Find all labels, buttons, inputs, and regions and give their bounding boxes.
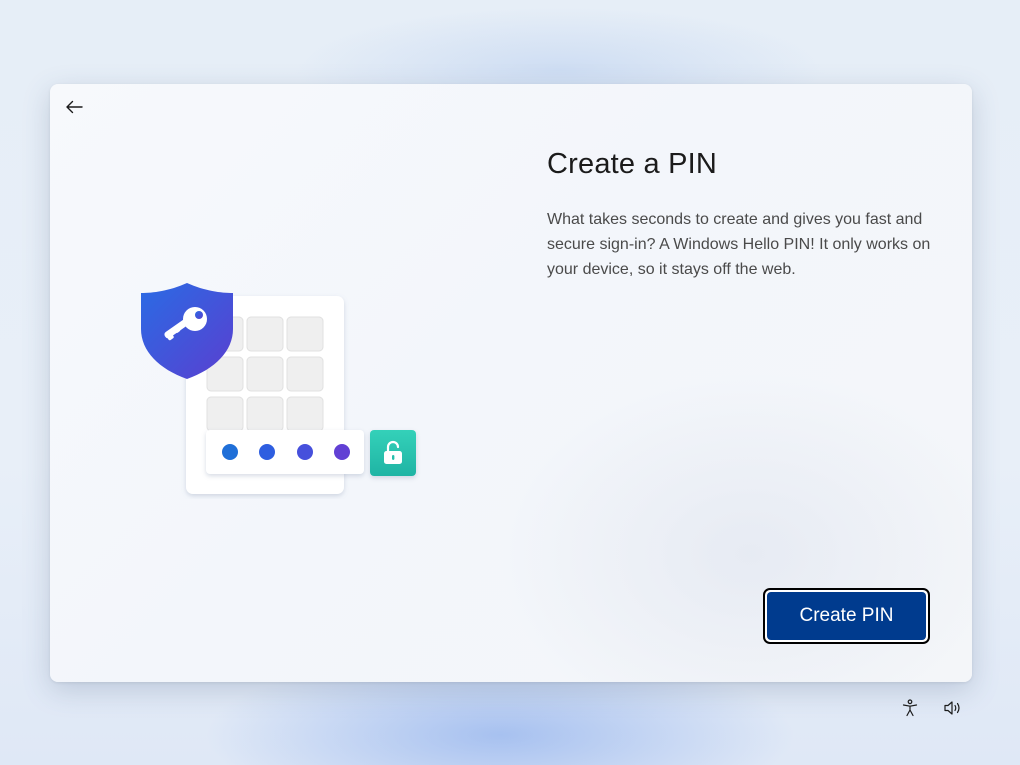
page-description: What takes seconds to create and gives y… <box>547 211 931 278</box>
pin-strip <box>206 430 364 474</box>
arrow-left-icon <box>66 100 83 114</box>
pin-dot-1 <box>222 444 238 460</box>
setup-dialog: Create a PIN What takes seconds to creat… <box>50 84 972 682</box>
unlocked-padlock-icon <box>370 430 416 476</box>
pin-dot-2 <box>259 444 275 460</box>
accessibility-button[interactable] <box>898 696 922 720</box>
pin-dot-4 <box>334 444 350 460</box>
page-title: Create a PIN <box>547 148 718 180</box>
create-pin-button-label: Create PIN <box>767 592 926 640</box>
volume-icon <box>944 701 960 715</box>
accessibility-icon <box>902 699 918 717</box>
create-pin-button[interactable]: Create PIN <box>763 588 930 644</box>
volume-button[interactable] <box>941 696 965 720</box>
pin-dot-3 <box>297 444 313 460</box>
back-button[interactable] <box>62 94 86 120</box>
